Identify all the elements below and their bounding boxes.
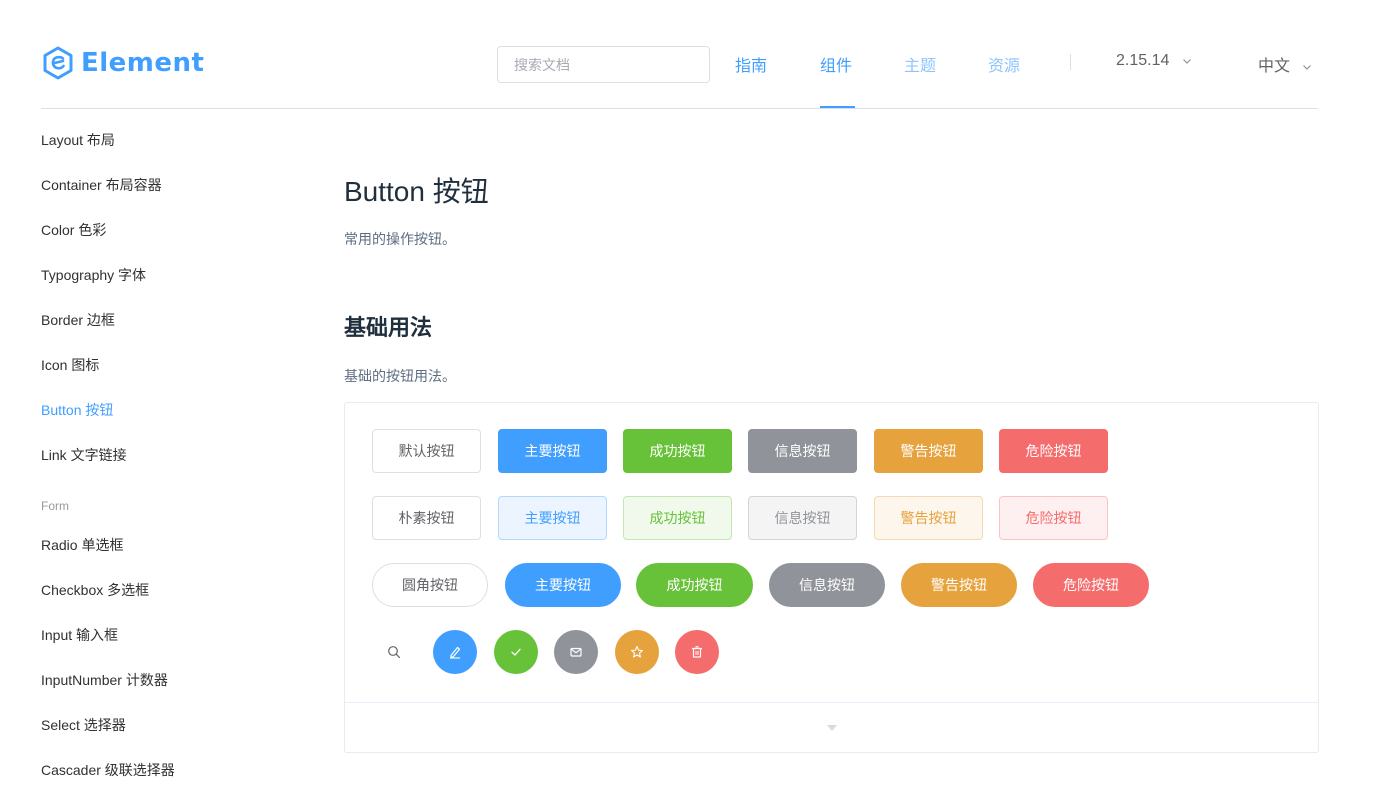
section-title: 基础用法 bbox=[344, 315, 433, 340]
sidebar-item-radio[interactable]: Radio 单选框 bbox=[41, 535, 123, 555]
nav-guide[interactable]: 指南 bbox=[735, 52, 767, 76]
round-button[interactable]: 圆角按钮 bbox=[372, 563, 488, 607]
page-title: Button 按钮 bbox=[344, 176, 489, 207]
nav-theme[interactable]: 主题 bbox=[904, 52, 936, 76]
chevron-down-icon bbox=[1303, 64, 1312, 70]
version-label: 2.15.14 bbox=[1116, 52, 1170, 69]
sidebar-item-icon[interactable]: Icon 图标 bbox=[41, 355, 99, 375]
search-input[interactable] bbox=[498, 47, 709, 82]
circle-delete-button[interactable] bbox=[675, 630, 719, 674]
section-description: 基础的按钮用法。 bbox=[344, 368, 456, 384]
search-icon bbox=[388, 646, 401, 659]
nav-active-indicator bbox=[820, 106, 855, 108]
sidebar-item-select[interactable]: Select 选择器 bbox=[41, 715, 126, 735]
round-success-button[interactable]: 成功按钮 bbox=[636, 563, 753, 607]
sidebar-item-typography[interactable]: Typography 字体 bbox=[41, 265, 146, 285]
language-dropdown[interactable]: 中文 bbox=[1258, 52, 1312, 76]
plain-success-button[interactable]: 成功按钮 bbox=[623, 496, 732, 540]
header: Element 指南 组件 主题 资源 2.15.14 中文 bbox=[41, 0, 1318, 109]
nav-component[interactable]: 组件 bbox=[820, 52, 852, 76]
version-dropdown[interactable]: 2.15.14 bbox=[1116, 52, 1192, 70]
plain-info-button[interactable]: 信息按钮 bbox=[748, 496, 857, 540]
search-box[interactable] bbox=[497, 46, 710, 83]
round-danger-button[interactable]: 危险按钮 bbox=[1033, 563, 1149, 607]
sidebar-item-button[interactable]: Button 按钮 bbox=[41, 400, 113, 420]
danger-button[interactable]: 危险按钮 bbox=[999, 429, 1108, 473]
warning-button[interactable]: 警告按钮 bbox=[874, 429, 983, 473]
nav-resource[interactable]: 资源 bbox=[988, 52, 1020, 76]
demo-block: 默认按钮 主要按钮 成功按钮 信息按钮 警告按钮 危险按钮 朴素按钮 主要按钮 … bbox=[344, 402, 1319, 753]
language-label: 中文 bbox=[1258, 58, 1291, 75]
round-primary-button[interactable]: 主要按钮 bbox=[505, 563, 621, 607]
circle-star-button[interactable] bbox=[615, 630, 659, 674]
logo-text: Element bbox=[81, 48, 205, 78]
message-icon bbox=[570, 647, 582, 657]
chevron-down-icon bbox=[1182, 58, 1191, 64]
circle-edit-button[interactable] bbox=[433, 630, 477, 674]
plain-warning-button[interactable]: 警告按钮 bbox=[874, 496, 983, 540]
primary-button[interactable]: 主要按钮 bbox=[498, 429, 607, 473]
circle-search-button[interactable] bbox=[372, 630, 416, 674]
circle-message-button[interactable] bbox=[554, 630, 598, 674]
plain-danger-button[interactable]: 危险按钮 bbox=[999, 496, 1108, 540]
plain-button[interactable]: 朴素按钮 bbox=[372, 496, 481, 540]
logo[interactable]: Element bbox=[41, 43, 204, 83]
delete-icon bbox=[692, 646, 702, 658]
nav-divider bbox=[1070, 54, 1071, 70]
page-description: 常用的操作按钮。 bbox=[344, 231, 456, 247]
sidebar-item-layout[interactable]: Layout 布局 bbox=[41, 130, 115, 150]
sidebar-item-color[interactable]: Color 色彩 bbox=[41, 220, 106, 240]
sidebar-item-checkbox[interactable]: Checkbox 多选框 bbox=[41, 580, 149, 600]
sidebar-item-container[interactable]: Container 布局容器 bbox=[41, 175, 162, 195]
plain-primary-button[interactable]: 主要按钮 bbox=[498, 496, 607, 540]
demo-code-toggle[interactable] bbox=[345, 702, 1318, 752]
sidebar-item-border[interactable]: Border 边框 bbox=[41, 310, 115, 330]
element-logo-icon bbox=[43, 46, 73, 80]
round-info-button[interactable]: 信息按钮 bbox=[769, 563, 885, 607]
default-button[interactable]: 默认按钮 bbox=[372, 429, 481, 473]
sidebar-item-inputnumber[interactable]: InputNumber 计数器 bbox=[41, 670, 168, 690]
caret-down-icon bbox=[827, 725, 837, 731]
sidebar-item-input[interactable]: Input 输入框 bbox=[41, 625, 118, 645]
info-button[interactable]: 信息按钮 bbox=[748, 429, 857, 473]
star-icon bbox=[630, 645, 644, 658]
check-icon bbox=[511, 648, 521, 656]
sidebar-item-cascader[interactable]: Cascader 级联选择器 bbox=[41, 760, 175, 780]
circle-check-button[interactable] bbox=[494, 630, 538, 674]
sidebar-item-link[interactable]: Link 文字链接 bbox=[41, 445, 127, 465]
round-warning-button[interactable]: 警告按钮 bbox=[901, 563, 1017, 607]
edit-icon bbox=[450, 646, 461, 659]
sidebar-group-form: Form bbox=[41, 499, 69, 513]
success-button[interactable]: 成功按钮 bbox=[623, 429, 732, 473]
